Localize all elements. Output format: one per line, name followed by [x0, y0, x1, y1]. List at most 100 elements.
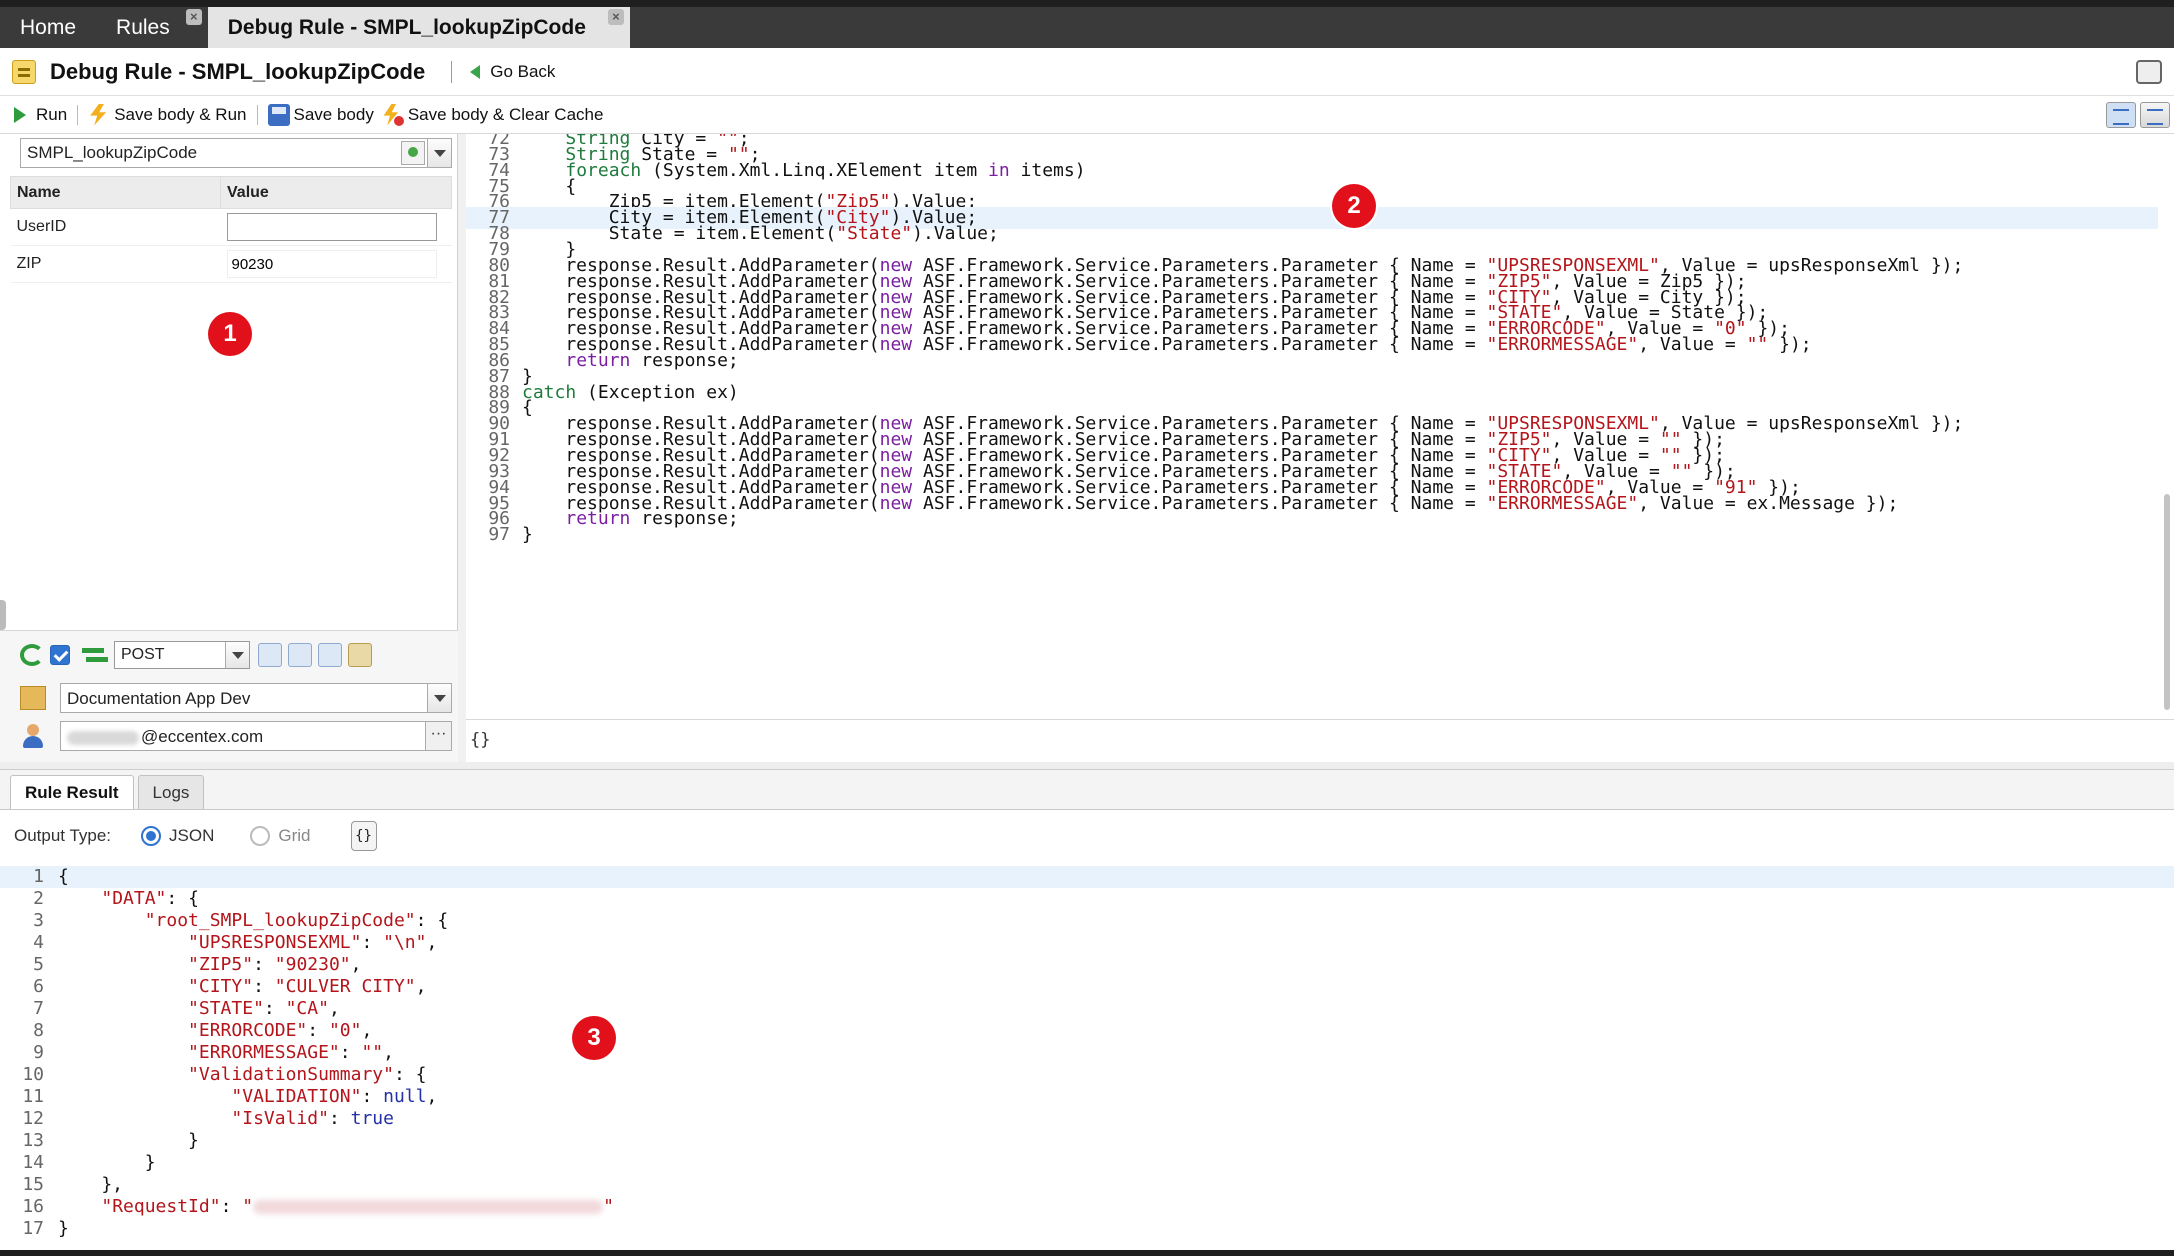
line-number: 15 — [22, 1174, 44, 1195]
format-json-button[interactable]: {} — [350, 821, 377, 851]
save-clear-cache-button[interactable]: Save body & Clear Cache — [382, 104, 604, 126]
json-line: 3 "root_SMPL_lookupZipCode": { — [0, 910, 2174, 932]
line-number: 14 — [22, 1152, 44, 1173]
back-arrow-icon[interactable] — [470, 64, 481, 79]
duplicate-icon[interactable] — [318, 643, 342, 667]
json-line: 5 "ZIP5": "90230", — [0, 954, 2174, 976]
line-number: 97 — [488, 524, 510, 546]
parameters-panel: SMPL_lookupZipCode Name Value UserID ZIP — [0, 134, 458, 762]
tab-debug-rule[interactable]: Debug Rule - SMPL_lookupZipCode × — [207, 7, 630, 48]
zip-field[interactable] — [226, 250, 437, 278]
split-view-toggle-icon[interactable] — [2140, 102, 2170, 128]
app-select[interactable]: Documentation App Dev — [60, 683, 452, 713]
import-icon[interactable] — [288, 643, 312, 667]
callout-badge-3: 3 — [572, 1016, 616, 1060]
json-line: 2 "DATA": { — [0, 888, 2174, 910]
table-row: UserID — [10, 208, 452, 246]
json-line: 15 }, — [0, 1174, 2174, 1196]
save-disk-icon — [267, 103, 290, 126]
save-body-button[interactable]: Save body — [267, 103, 374, 126]
divider — [256, 104, 258, 125]
editor-footer: {} — [466, 720, 2174, 762]
request-settings: POST Documentation App Dev @eccentex.com… — [0, 630, 458, 762]
go-back-link[interactable]: Go Back — [490, 62, 555, 82]
request-toolbar: POST — [20, 641, 378, 669]
json-text: } — [58, 1152, 156, 1173]
http-method-select[interactable]: POST — [114, 641, 250, 669]
collapse-handle[interactable] — [0, 600, 6, 630]
chevron-down-icon[interactable] — [427, 139, 451, 167]
json-line: 10 "ValidationSummary": { — [0, 1064, 2174, 1086]
column-header-name: Name — [10, 176, 221, 209]
json-text: "ZIP5": "90230", — [188, 954, 362, 975]
copy-icon[interactable] — [258, 643, 282, 667]
userid-field[interactable] — [226, 213, 437, 241]
app-row: Documentation App Dev — [20, 683, 452, 713]
print-icon[interactable] — [2136, 60, 2162, 84]
json-text: "VALIDATION": null, — [231, 1086, 438, 1107]
json-text: } — [58, 1130, 199, 1151]
grid-radio[interactable] — [250, 826, 271, 846]
lightning-clear-icon — [382, 104, 404, 126]
param-name: UserID — [10, 208, 221, 246]
close-icon[interactable]: × — [185, 9, 202, 25]
json-text: } — [58, 1218, 69, 1239]
line-number: 9 — [33, 1042, 44, 1063]
user-row: @eccentex.com ··· — [20, 721, 452, 751]
page-title: Debug Rule - SMPL_lookupZipCode — [50, 58, 426, 84]
close-icon[interactable]: × — [607, 9, 624, 25]
line-number: 3 — [33, 910, 44, 931]
play-icon — [14, 106, 26, 123]
tab-rules-label: Rules — [116, 15, 170, 39]
json-line: 11 "VALIDATION": null, — [0, 1086, 2174, 1108]
user-email-domain: @eccentex.com — [141, 727, 264, 746]
json-radio[interactable] — [141, 826, 162, 846]
tab-logs[interactable]: Logs — [137, 775, 205, 809]
line-number: 11 — [22, 1086, 44, 1107]
enable-checkbox[interactable] — [50, 645, 70, 665]
json-text: "CITY": "CULVER CITY", — [188, 976, 427, 997]
more-button[interactable]: ··· — [425, 722, 451, 750]
json-line: 8 "ERRORCODE": "0", — [0, 1020, 2174, 1042]
bottom-border — [0, 1250, 2174, 1256]
line-number: 1 — [33, 866, 44, 887]
tab-debug-rule-label: Debug Rule - SMPL_lookupZipCode — [227, 15, 586, 39]
chevron-down-icon[interactable] — [427, 684, 451, 712]
chevron-down-icon[interactable] — [225, 642, 249, 668]
json-line: 1{ — [0, 866, 2174, 888]
tab-rule-result[interactable]: Rule Result — [10, 775, 134, 809]
upload-icon[interactable] — [401, 141, 425, 165]
single-view-toggle-icon[interactable] — [2106, 102, 2136, 128]
json-line: 6 "CITY": "CULVER CITY", — [0, 976, 2174, 998]
json-line: 17} — [0, 1218, 2174, 1240]
line-number: 12 — [22, 1108, 44, 1129]
code-editor[interactable]: 72 String City = ""; 73 String State = ""… — [466, 134, 2174, 720]
json-output[interactable]: 1{2 "DATA": {3 "root_SMPL_lookupZipCode"… — [0, 866, 2174, 1252]
user-field[interactable]: @eccentex.com ··· — [60, 721, 452, 751]
tab-home[interactable]: Home — [0, 7, 96, 48]
rule-select-value: SMPL_lookupZipCode — [27, 143, 198, 162]
refresh-icon[interactable] — [20, 644, 44, 666]
save-clear-cache-label: Save body & Clear Cache — [407, 104, 604, 124]
save-body-run-button[interactable]: Save body & Run — [88, 103, 247, 126]
line-number: 17 — [22, 1218, 44, 1239]
editor-scrollbar[interactable] — [2164, 494, 2170, 710]
parameters-table: Name Value UserID ZIP — [10, 176, 452, 283]
code-text: } — [522, 524, 533, 546]
horizontal-splitter[interactable] — [0, 762, 2174, 770]
tab-rules[interactable]: Rules × — [96, 7, 208, 48]
json-text: "RequestId": " " — [101, 1196, 614, 1217]
paste-icon[interactable] — [348, 643, 372, 667]
line-number: 2 — [33, 888, 44, 909]
package-icon — [20, 686, 46, 710]
grid-radio-label: Grid — [278, 826, 311, 845]
callout-badge-1: 1 — [208, 312, 252, 356]
run-button[interactable]: Run — [14, 105, 67, 125]
line-number: 4 — [33, 932, 44, 953]
rule-select[interactable]: SMPL_lookupZipCode — [20, 138, 452, 168]
swap-arrows-icon[interactable] — [82, 645, 108, 665]
run-label: Run — [36, 104, 68, 124]
vertical-splitter[interactable] — [458, 134, 466, 762]
json-radio-label: JSON — [169, 826, 215, 845]
line-number: 7 — [33, 998, 44, 1019]
